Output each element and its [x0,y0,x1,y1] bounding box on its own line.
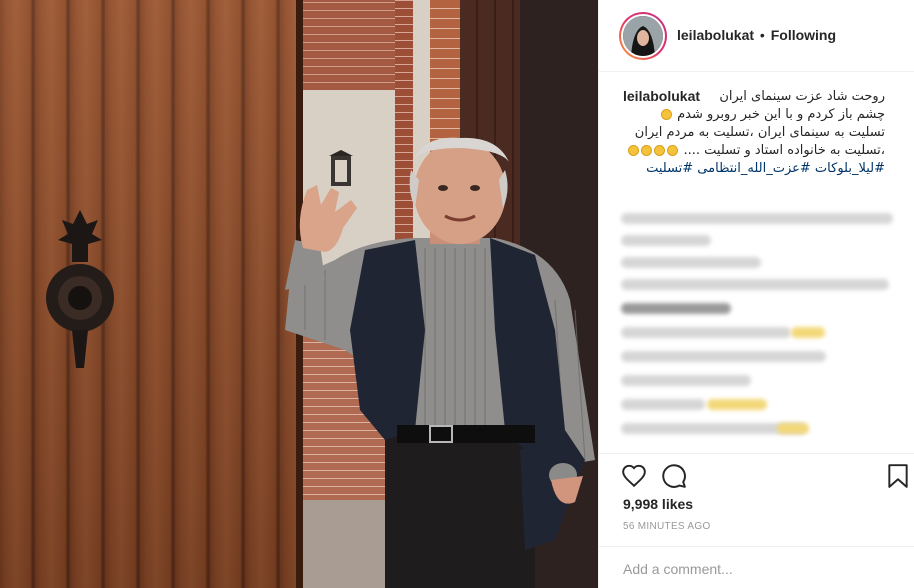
caption-text-1: روحت شاد عزت سینمای ایران [719,89,885,104]
post-image[interactable] [0,0,598,588]
heart-icon[interactable] [621,463,647,489]
caption-hashtags[interactable]: #لیلا_بلوکات #عزت_الله_انتظامی #تسلیت [615,160,885,178]
username-link[interactable]: leilabolukat [677,27,754,43]
profile-photo-icon [623,16,663,56]
sad-face-emoji-icon [654,145,666,156]
blurred-comment [621,279,889,290]
comment-icon[interactable] [661,463,687,489]
blurred-comment [621,257,761,268]
post-sidebar: leilabolukat • Following روحت شاد عزت سی… [598,0,914,588]
add-comment-bar [599,546,914,588]
caption-line-3: تسلیت به سینمای ایران ،تسلیت به مردم ایر… [634,125,885,140]
avatar[interactable] [619,12,667,60]
avatar-image [623,16,663,56]
post-timestamp[interactable]: 56 MINUTES AGO [623,521,711,532]
sad-face-emoji-icon [641,145,653,156]
blurred-comment [777,423,809,434]
blurred-comment [621,351,826,362]
blurred-comment [621,235,711,246]
comment-input[interactable] [623,559,893,579]
following-button[interactable]: Following [771,27,836,43]
blurred-comment [621,213,893,224]
blurred-comment [621,327,791,338]
header-separator: • [759,27,765,43]
avatar-frame [621,14,665,58]
blurred-comment [707,399,767,410]
caption-text-4: ،تسلیت به خانواده استاد و تسلیت .... [683,143,885,158]
post-actions: 9,998 likes 56 MINUTES AGO [599,453,914,543]
caption-text-2: چشم باز کردم و با این خبر روبرو شدم [677,107,885,122]
caption-line-2: چشم باز کردم و با این خبر روبرو شدم [615,106,885,124]
header-text: leilabolukat • Following [677,27,836,43]
blurred-comment [621,399,705,410]
comments-section[interactable]: روحت شاد عزت سینمای ایران چشم باز کردم و… [599,73,914,453]
post-header: leilabolukat • Following [599,0,914,72]
door-knocker [46,210,114,368]
sad-face-emoji-icon [660,109,672,120]
caption-username-link[interactable]: leilabolukat [623,88,700,104]
sad-face-emoji-icon [667,145,679,156]
blurred-comment [621,375,751,386]
waving-man [285,137,595,588]
blurred-comment [791,327,825,338]
blurred-comment [621,303,731,314]
bookmark-icon[interactable] [885,463,911,489]
likes-count[interactable]: 9,998 likes [623,496,693,512]
caption-line-4: ،تسلیت به خانواده استاد و تسلیت .... [615,142,885,160]
sad-face-emoji-icon [628,145,640,156]
